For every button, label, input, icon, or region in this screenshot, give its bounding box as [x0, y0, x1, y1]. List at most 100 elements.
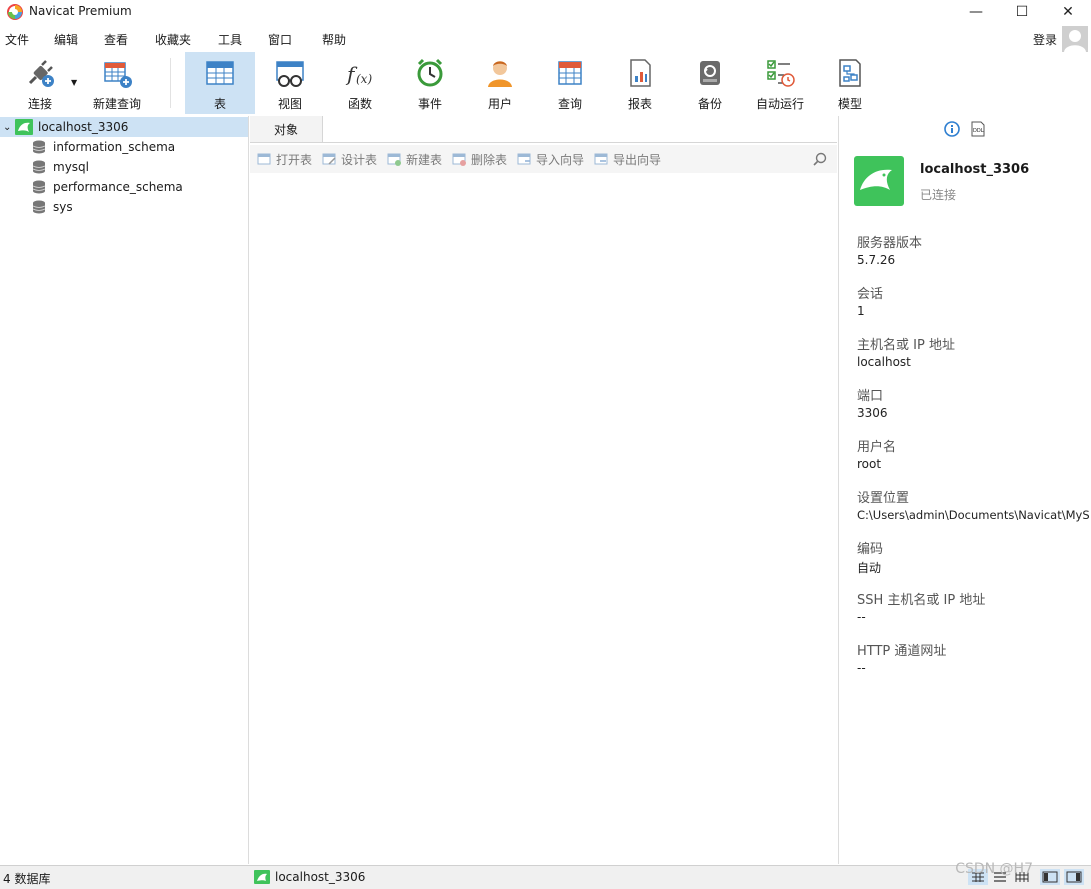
user-avatar-icon: [1064, 30, 1086, 52]
tree-db-label: sys: [53, 200, 73, 214]
sessions-value: 1: [857, 304, 865, 318]
new-query-label: 新建查询: [92, 97, 141, 111]
view-icon: [276, 61, 304, 87]
server-version-value: 5.7.26: [857, 253, 896, 267]
tab-objects[interactable]: 对象: [250, 116, 323, 142]
connection-status: 已连接: [920, 188, 957, 202]
search-icon[interactable]: [813, 152, 827, 166]
backup-label: 备份: [697, 97, 722, 111]
users-label: 用户: [487, 97, 512, 111]
close-button[interactable]: ✕: [1045, 0, 1091, 24]
panel-left-icon[interactable]: [1040, 869, 1060, 885]
svg-text:(x): (x): [356, 72, 372, 86]
new-table-button[interactable]: 新建表: [387, 151, 442, 167]
encoding-label: 编码: [857, 542, 884, 557]
object-toolbar: 打开表 设计表 新建表 删除表 导入向导 导出向导: [250, 145, 837, 173]
connect-dropdown-icon[interactable]: ▼: [71, 78, 77, 87]
model-button[interactable]: 模型: [815, 52, 885, 114]
users-button[interactable]: 用户: [465, 52, 535, 114]
import-wizard-button[interactable]: 导入向导: [517, 151, 584, 167]
menu-file[interactable]: 文件: [5, 31, 29, 48]
ssh-host-label: SSH 主机名或 IP 地址: [857, 593, 986, 608]
host-value: localhost: [857, 355, 911, 369]
tree-db-label: performance_schema: [53, 180, 183, 194]
query-icon: [558, 61, 582, 85]
menu-help[interactable]: 帮助: [322, 31, 346, 48]
panel-right-icon[interactable]: [1064, 869, 1084, 885]
maximize-button[interactable]: ☐: [999, 0, 1045, 24]
views-button[interactable]: 视图: [255, 52, 325, 114]
database-icon: [32, 200, 46, 214]
avatar[interactable]: [1062, 26, 1088, 52]
tree-connection-label: localhost_3306: [38, 120, 129, 134]
connection-tree: ⌄ localhost_3306 information_schema mysq…: [0, 116, 249, 864]
tables-label: 表: [213, 97, 226, 111]
status-connection: localhost_3306: [275, 870, 366, 884]
report-icon: [630, 59, 651, 87]
function-icon: f (x): [345, 62, 372, 86]
navicat-logo-icon: [7, 4, 23, 20]
open-table-label: 打开表: [276, 152, 313, 167]
events-label: 事件: [417, 97, 442, 111]
main-toolbar: 连接 ▼ 新建查询 表 视图 f (x) 函数 事件 用户 查询 报表 备份 自…: [0, 52, 1091, 114]
design-table-icon: [322, 153, 336, 165]
server-version-label: 服务器版本: [857, 236, 923, 251]
tree-db-performance-schema[interactable]: performance_schema: [0, 177, 248, 197]
import-wizard-label: 导入向导: [536, 152, 585, 167]
expand-chevron-icon[interactable]: ⌄: [3, 122, 15, 133]
connection-name: localhost_3306: [920, 162, 1030, 177]
menu-window[interactable]: 窗口: [268, 31, 292, 48]
username-label: 用户名: [857, 440, 897, 455]
events-button[interactable]: 事件: [395, 52, 465, 114]
port-label: 端口: [857, 389, 884, 404]
export-wizard-button[interactable]: 导出向导: [594, 151, 661, 167]
encoding-value: 自动: [857, 561, 882, 575]
table-icon: [206, 61, 234, 85]
import-icon: [517, 153, 531, 165]
tree-db-sys[interactable]: sys: [0, 197, 248, 217]
menu-edit[interactable]: 编辑: [54, 31, 78, 48]
delete-table-button[interactable]: 删除表: [452, 151, 507, 167]
tree-db-mysql[interactable]: mysql: [0, 157, 248, 177]
status-bar: 4 数据库 localhost_3306: [0, 865, 1091, 889]
menu-tools[interactable]: 工具: [218, 31, 242, 48]
automation-button[interactable]: 自动运行: [745, 52, 815, 114]
export-wizard-label: 导出向导: [613, 152, 662, 167]
database-icon: [32, 180, 46, 194]
automation-icon: [767, 60, 795, 87]
design-table-label: 设计表: [341, 152, 378, 167]
info-panel: DDL localhost_3306 已连接 服务器版本 5.7.26 会话 1…: [838, 116, 1091, 864]
backup-button[interactable]: 备份: [675, 52, 745, 114]
mysql-logo-icon: [854, 156, 904, 206]
functions-button[interactable]: f (x) 函数: [325, 52, 395, 114]
menu-view[interactable]: 查看: [104, 31, 128, 48]
reports-label: 报表: [627, 97, 652, 111]
tree-connection-localhost[interactable]: ⌄ localhost_3306: [0, 117, 248, 137]
menu-favorites[interactable]: 收藏夹: [155, 31, 191, 48]
tree-db-label: mysql: [53, 160, 89, 174]
host-label: 主机名或 IP 地址: [857, 338, 955, 353]
clock-icon: [417, 58, 443, 87]
backup-icon: [700, 61, 720, 85]
info-icon[interactable]: [944, 121, 960, 137]
settings-location-value: C:\Users\admin\Documents\Navicat\MySQL: [857, 508, 1090, 522]
ddl-icon[interactable]: DDL: [970, 121, 986, 137]
svg-text:DDL: DDL: [973, 128, 984, 134]
new-query-button[interactable]: 新建查询: [81, 52, 153, 114]
tables-button[interactable]: 表: [185, 52, 255, 114]
queries-button[interactable]: 查询: [535, 52, 605, 114]
menu-bar: 文件 编辑 查看 收藏夹 工具 窗口 帮助 登录: [0, 28, 1091, 50]
http-tunnel-value: --: [857, 661, 866, 675]
login-link[interactable]: 登录: [1033, 31, 1057, 48]
reports-button[interactable]: 报表: [605, 52, 675, 114]
functions-label: 函数: [347, 97, 372, 111]
connect-button[interactable]: 连接: [5, 52, 75, 114]
new-table-label: 新建表: [406, 152, 443, 167]
open-table-button[interactable]: 打开表: [257, 151, 312, 167]
http-tunnel-label: HTTP 通道网址: [857, 644, 947, 659]
minimize-button[interactable]: —: [953, 0, 999, 24]
design-table-button[interactable]: 设计表: [322, 151, 377, 167]
tree-db-information-schema[interactable]: information_schema: [0, 137, 248, 157]
queries-label: 查询: [557, 97, 582, 111]
title-bar: Navicat Premium — ☐ ✕: [0, 0, 1091, 24]
